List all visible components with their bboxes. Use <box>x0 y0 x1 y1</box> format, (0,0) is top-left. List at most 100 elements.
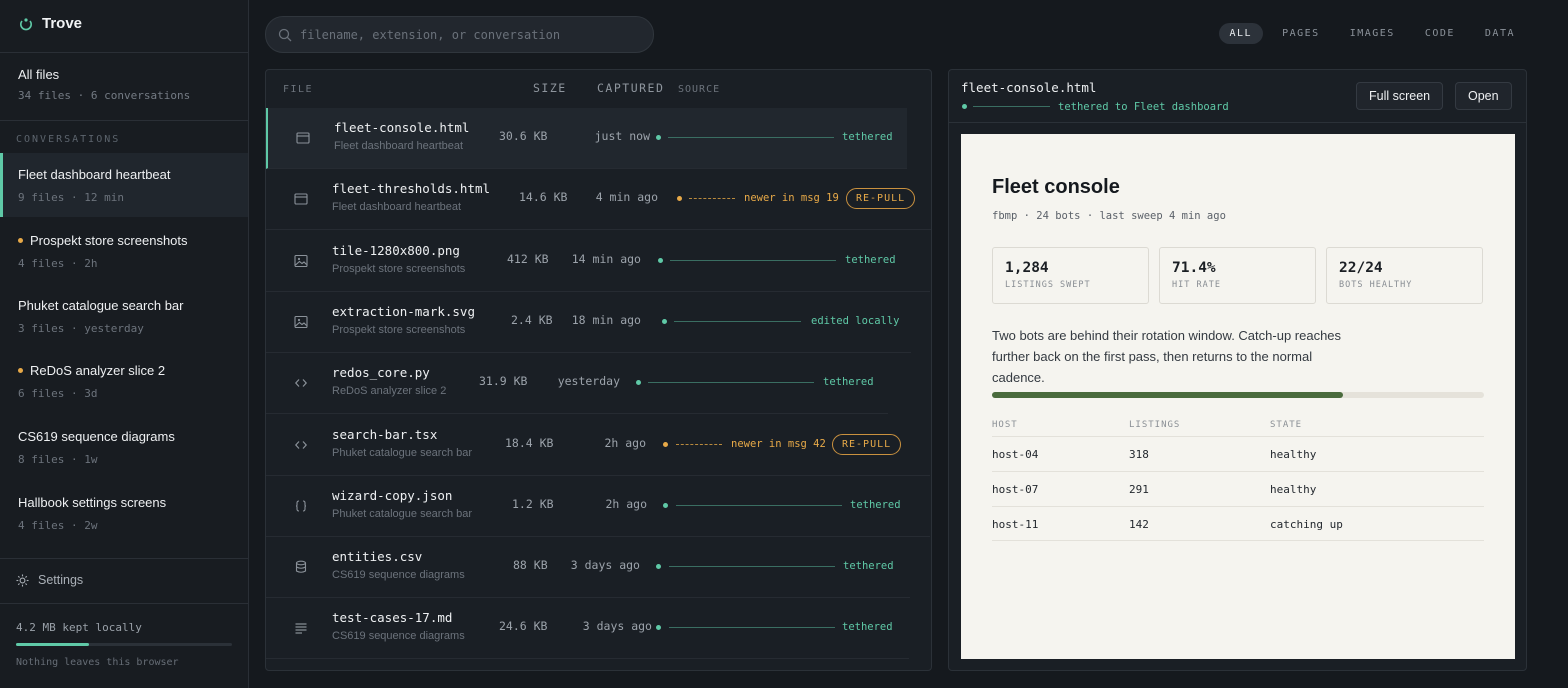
open-button[interactable]: Open <box>1455 82 1512 110</box>
table-row[interactable]: fleet-console.html Fleet dashboard heartb… <box>266 108 907 169</box>
fullscreen-button[interactable]: Full screen <box>1356 82 1444 110</box>
storage-indicator: 4.2 MB kept locally Nothing leaves this … <box>16 621 232 668</box>
col-size-header: SIZE <box>533 81 567 95</box>
file-conversation: Phuket catalogue search bar <box>332 507 473 520</box>
source-dot <box>663 502 668 508</box>
captured-time: 4 min ago <box>595 190 658 205</box>
repull-button[interactable]: RE-PULL <box>832 433 902 455</box>
table-row[interactable]: test-cases-17.md CS619 sequence diagrams 2… <box>266 598 909 660</box>
file-name: search-bar.tsx <box>332 426 438 442</box>
conversation-label: ReDoS analyzer slice 2 <box>30 363 166 378</box>
source-dot <box>656 564 661 570</box>
all-files-link[interactable]: All files 34 files · 6 conversations <box>18 67 190 102</box>
conversation-summary: 8 files · 1w <box>18 453 98 466</box>
filter-tab-data[interactable]: DATA <box>1474 23 1526 44</box>
state-cell: healthy <box>1270 448 1317 461</box>
doc-meta: fbmp · 24 bots · last sweep 4 min ago <box>992 210 1226 222</box>
listings-cell: 318 <box>1129 448 1149 461</box>
conversation-item[interactable]: Phuket catalogue search bar 3 files · yes… <box>0 284 248 348</box>
file-size: 30.6 KB <box>499 129 548 143</box>
type-filter-tabs: ALL PAGES IMAGES CODE DATA <box>1218 23 1526 44</box>
divider <box>0 603 248 604</box>
tether-label: tethered to Fleet dashboard <box>1058 101 1229 113</box>
source-line <box>669 566 835 568</box>
table-row[interactable]: tile-1280x800.png Prospekt store screensh… <box>266 231 930 292</box>
captured-time: 2h ago <box>605 496 647 511</box>
conversation-item[interactable]: Fleet dashboard heartbeat 9 files · 12 mi… <box>0 153 248 217</box>
source-status: tethered <box>823 376 874 389</box>
preview-filename: fleet-console.html <box>961 80 1097 95</box>
conversation-item[interactable]: ReDoS analyzer slice 2 6 files · 3d <box>0 349 248 413</box>
settings-sun-icon <box>16 573 29 587</box>
listings-cell: 291 <box>1129 483 1149 496</box>
settings-link[interactable]: Settings <box>16 573 83 587</box>
divider <box>949 122 1526 123</box>
tether-dot <box>962 104 967 109</box>
conversation-item[interactable]: Prospekt store screenshots 4 files · 2h <box>0 219 248 283</box>
document-preview: Fleet console fbmp · 24 bots · last swee… <box>961 134 1515 659</box>
col-file-header: FILE <box>283 84 314 95</box>
file-conversation: CS619 sequence diagrams <box>332 569 465 582</box>
captured-time: 14 min ago <box>571 251 641 266</box>
source-status: tethered <box>845 253 896 266</box>
filter-tab-code[interactable]: CODE <box>1414 23 1466 44</box>
col-source-header: SOURCE <box>678 84 721 95</box>
conversation-label-row: CS619 sequence diagrams <box>18 429 248 444</box>
image-icon <box>294 315 308 328</box>
page-icon <box>294 193 308 205</box>
file-conversation: Phuket catalogue search bar <box>332 446 473 459</box>
conversation-item[interactable]: Hallbook settings screens 4 files · 2w <box>0 481 248 545</box>
stat-value: 71.4% <box>1172 260 1216 276</box>
file-conversation: CS619 sequence diagrams <box>332 630 465 643</box>
table-row[interactable]: redos_core.py ReDoS analyzer slice 2 31.9 … <box>266 353 888 415</box>
search-box <box>265 16 654 53</box>
stat-card: 1,284 LISTINGS SWEPT <box>992 247 1149 304</box>
file-name: fleet-console.html <box>334 120 470 135</box>
conversation-label-row: Phuket catalogue search bar <box>18 298 248 313</box>
json-icon <box>295 500 307 512</box>
source-line <box>676 504 842 506</box>
source-line <box>670 259 836 261</box>
captured-time: 3 days ago <box>582 619 652 634</box>
search-input[interactable] <box>300 27 620 42</box>
table-row[interactable]: wizard-copy.json Phuket catalogue search … <box>266 476 930 537</box>
filter-tab-all[interactable]: ALL <box>1218 23 1264 44</box>
filter-tab-pages[interactable]: PAGES <box>1271 23 1331 44</box>
table-row[interactable]: fleet-thresholds.html Fleet dashboard hea… <box>266 169 931 231</box>
conversation-label-row: Hallbook settings screens <box>18 495 248 510</box>
brand[interactable]: Trove <box>18 15 82 32</box>
col-captured-header: CAPTURED <box>597 81 665 95</box>
host-cell: host-07 <box>992 483 1039 496</box>
source-dot <box>677 196 682 202</box>
conversation-summary: 9 files · 12 min <box>18 191 124 204</box>
conversation-label: Fleet dashboard heartbeat <box>18 167 171 182</box>
table-row[interactable]: extraction-mark.svg Prospekt store screen… <box>266 292 911 353</box>
source-line <box>648 382 814 384</box>
table-row[interactable]: entities.csv CS619 sequence diagrams 88 KB… <box>266 537 910 599</box>
file-conversation: Fleet dashboard heartbeat <box>332 201 462 214</box>
doc-paragraph: Two bots are behind their rotation windo… <box>992 328 1342 385</box>
file-conversation: Prospekt store screenshots <box>332 323 466 336</box>
source-status: tethered <box>850 498 901 511</box>
filter-tab-images[interactable]: IMAGES <box>1339 23 1406 44</box>
settings-label: Settings <box>38 573 84 587</box>
table-row: host-04 318 healthy <box>992 436 1484 471</box>
file-size: 412 KB <box>507 251 549 266</box>
conversation-item[interactable]: CS619 sequence diagrams 8 files · 1w <box>0 415 248 479</box>
code-icon <box>294 379 308 388</box>
code-icon <box>294 440 308 449</box>
sidebar: Trove All files 34 files · 6 conversatio… <box>0 0 249 688</box>
conversation-summary: 6 files · 3d <box>18 387 98 400</box>
source-status: tethered <box>843 560 894 573</box>
repull-button[interactable]: RE-PULL <box>846 188 916 210</box>
progress-bar <box>992 392 1484 398</box>
source-dot <box>662 318 667 324</box>
preview-panel: fleet-console.html tethered to Fleet das… <box>948 69 1527 671</box>
stat-card: 22/24 BOTS HEALTHY <box>1326 247 1483 304</box>
listings-cell: 142 <box>1129 518 1149 531</box>
file-name: test-cases-17.md <box>332 610 453 626</box>
stat-card: 71.4% HIT RATE <box>1159 247 1316 304</box>
table-row[interactable]: search-bar.tsx Phuket catalogue search ba… <box>266 415 930 476</box>
image-icon <box>294 254 308 267</box>
page-icon <box>296 132 310 144</box>
